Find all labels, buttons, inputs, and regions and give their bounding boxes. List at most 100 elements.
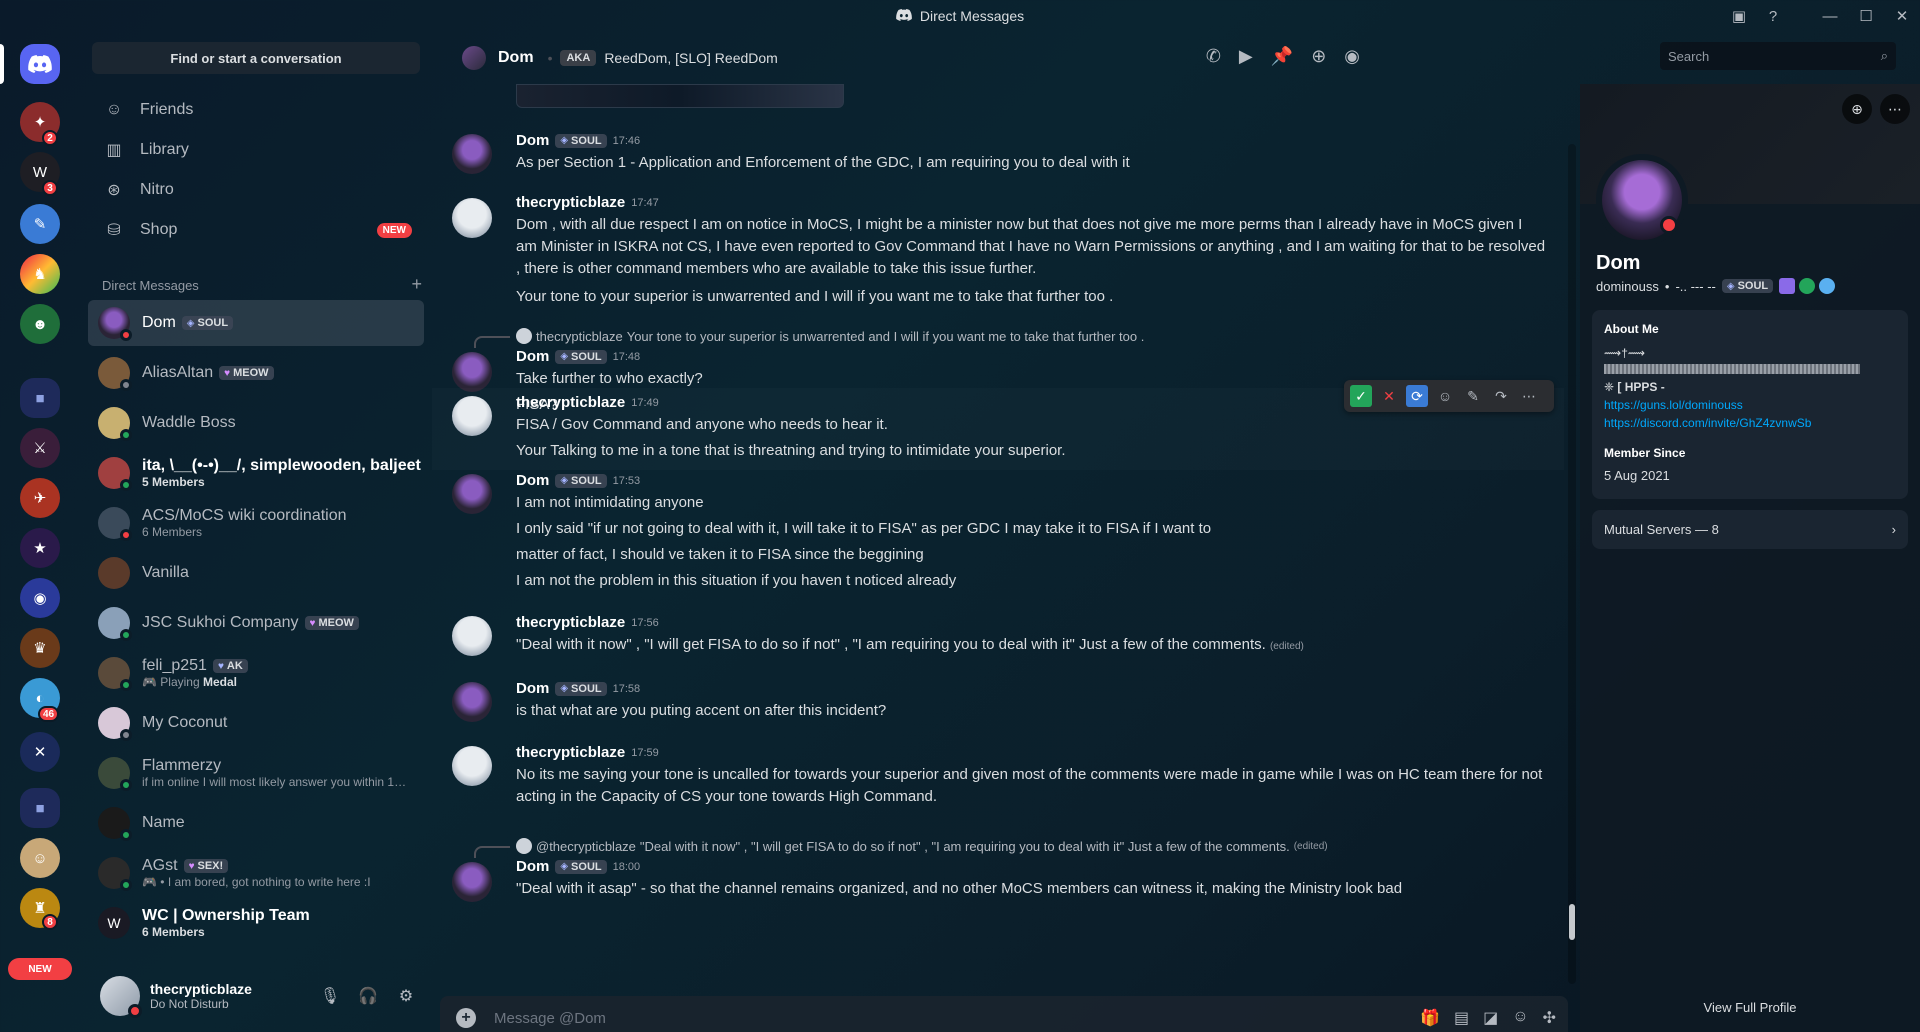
author-name[interactable]: thecrypticblaze: [516, 614, 625, 631]
author-avatar[interactable]: [452, 198, 492, 238]
x-reaction-icon[interactable]: ✕: [1378, 385, 1400, 407]
dm-item[interactable]: W WC | Ownership Team 6 Members: [88, 900, 424, 946]
nav-shop[interactable]: ⛁ Shop NEW: [88, 210, 424, 250]
mutual-servers-row[interactable]: Mutual Servers — 8 ›: [1592, 510, 1908, 549]
hashtag-badge-icon[interactable]: [1799, 278, 1816, 294]
boost-badge-icon[interactable]: [1819, 278, 1836, 294]
maximize-button[interactable]: ☐: [1848, 0, 1884, 32]
message-composer[interactable]: + Message @Dom 🎁 ▤ ◪ ☺ ✣: [440, 996, 1568, 1032]
user-profile-icon[interactable]: ◉: [1344, 46, 1360, 67]
author-avatar[interactable]: [452, 862, 492, 902]
server-icon[interactable]: ◉: [20, 578, 60, 618]
author-name[interactable]: Dom: [516, 348, 549, 365]
server-icon[interactable]: ✈: [20, 478, 60, 518]
close-button[interactable]: ✕: [1884, 0, 1920, 32]
dm-item[interactable]: feli_p251 ♥ AK 🎮 Playing Medal: [88, 650, 424, 696]
help-icon[interactable]: ?: [1756, 0, 1790, 32]
author-avatar[interactable]: [452, 474, 492, 514]
dm-item[interactable]: JSC Sukhoi Company ♥ MEOW: [88, 600, 424, 646]
author-avatar[interactable]: [452, 616, 492, 656]
author-name[interactable]: thecrypticblaze: [516, 394, 625, 411]
reply-preview[interactable]: thecrypticblaze Your tone to your superio…: [516, 328, 1144, 344]
dm-item[interactable]: Dom ◈ SOUL: [88, 300, 424, 346]
dm-item[interactable]: My Coconut: [88, 700, 424, 746]
server-icon[interactable]: ✎: [20, 204, 60, 244]
server-icon[interactable]: ⚔: [20, 428, 60, 468]
author-avatar[interactable]: [452, 682, 492, 722]
nav-library[interactable]: ▥ Library: [88, 130, 424, 170]
author-name[interactable]: thecrypticblaze: [516, 744, 625, 761]
server-icon[interactable]: ♛: [20, 628, 60, 668]
add-friends-icon[interactable]: ⊕: [1311, 46, 1326, 67]
create-dm-plus-icon[interactable]: +: [411, 275, 422, 293]
author-avatar[interactable]: [452, 352, 492, 392]
author-name[interactable]: Dom: [516, 858, 549, 875]
author-name[interactable]: Dom: [516, 472, 549, 489]
author-avatar[interactable]: [452, 746, 492, 786]
repeat-reaction-icon[interactable]: ⟳: [1406, 385, 1428, 407]
check-reaction-icon[interactable]: ✓: [1350, 385, 1372, 407]
server-icon[interactable]: ✕: [20, 732, 60, 772]
dm-name: AGst: [142, 857, 178, 874]
profile-link[interactable]: https://discord.com/invite/GhZ4zvnwSb: [1604, 414, 1896, 432]
nav-nitro[interactable]: ⊛ Nitro: [88, 170, 424, 210]
dm-item[interactable]: ACS/MoCS wiki coordination 6 Members: [88, 500, 424, 546]
add-friend-icon[interactable]: ⊕: [1842, 94, 1872, 124]
header-name[interactable]: Dom: [498, 49, 534, 67]
forward-icon[interactable]: ↷: [1490, 385, 1512, 407]
author-avatar[interactable]: [452, 396, 492, 436]
author-avatar[interactable]: [452, 134, 492, 174]
author-name[interactable]: thecrypticblaze: [516, 194, 625, 211]
server-icon[interactable]: ♞: [20, 254, 60, 294]
gif-icon[interactable]: ▤: [1454, 1008, 1469, 1028]
dm-item[interactable]: Waddle Boss: [88, 400, 424, 446]
profile-pronouns: -.. --- --: [1675, 278, 1716, 294]
timestamp: 17:59: [631, 746, 659, 759]
nav-friends[interactable]: ☺ Friends: [88, 90, 424, 130]
server-icon[interactable]: ☺: [20, 838, 60, 878]
voice-call-icon[interactable]: ✆: [1206, 46, 1221, 67]
author-name[interactable]: Dom: [516, 132, 549, 149]
profile-link[interactable]: https://guns.lol/dominouss: [1604, 396, 1896, 414]
add-reaction-icon[interactable]: ☺: [1434, 385, 1456, 407]
server-icon[interactable]: ★: [20, 528, 60, 568]
sticker-icon[interactable]: ◪: [1483, 1008, 1498, 1028]
emoji-icon[interactable]: ☺: [1512, 1008, 1528, 1028]
home-button[interactable]: [20, 44, 60, 84]
more-options-icon[interactable]: ⋯: [1518, 385, 1540, 407]
minimize-button[interactable]: —: [1812, 0, 1848, 32]
pin-icon[interactable]: 📌: [1271, 46, 1293, 67]
folder-icon[interactable]: ■: [20, 378, 60, 418]
apps-icon[interactable]: ✣: [1543, 1008, 1556, 1028]
add-attachment-icon[interactable]: +: [456, 1008, 476, 1028]
settings-gear-icon[interactable]: ⚙: [388, 980, 424, 1012]
microphone-icon[interactable]: 🎙: [312, 980, 348, 1012]
user-avatar[interactable]: [100, 976, 142, 1018]
edit-icon[interactable]: ✎: [1462, 385, 1484, 407]
video-call-icon[interactable]: ▶: [1239, 46, 1253, 67]
profile-panel: ⊕ ⋯ Dom dominouss • -.. --- -- ◈ SOUL Abo…: [1580, 84, 1920, 1032]
image-attachment[interactable]: [516, 84, 844, 108]
scrollbar-track[interactable]: [1568, 144, 1576, 984]
nitro-badge-icon[interactable]: [1779, 278, 1796, 294]
dm-item[interactable]: AliasAltan ♥ MEOW: [88, 350, 424, 396]
dm-item[interactable]: ita, \__(•-•)__/, simplewooden, baljeet 5…: [88, 450, 424, 496]
gift-icon[interactable]: 🎁: [1420, 1008, 1440, 1028]
headphones-icon[interactable]: 🎧: [350, 980, 386, 1012]
author-name[interactable]: Dom: [516, 680, 549, 697]
scrollbar-thumb[interactable]: [1569, 904, 1575, 940]
dm-item[interactable]: Flammerzy if im online I will most likely…: [88, 750, 424, 796]
server-icon[interactable]: ☻: [20, 304, 60, 344]
dm-item[interactable]: Name: [88, 800, 424, 846]
inbox-icon[interactable]: ▣: [1722, 0, 1756, 32]
dm-item[interactable]: Vanilla: [88, 550, 424, 596]
profile-avatar[interactable]: [1596, 154, 1688, 246]
more-options-icon[interactable]: ⋯: [1880, 94, 1910, 124]
reply-preview[interactable]: @thecrypticblaze "Deal with it now" , "I …: [516, 838, 1328, 854]
folder-icon[interactable]: ■: [20, 788, 60, 828]
search-input[interactable]: Search ⌕: [1660, 42, 1896, 70]
dm-item[interactable]: AGst ♥ SEX! 🎮 • I am bored, got nothing to …: [88, 850, 424, 896]
view-full-profile-link[interactable]: View Full Profile: [1580, 1000, 1920, 1015]
nav-label: Nitro: [140, 181, 174, 198]
find-conversation-button[interactable]: Find or start a conversation: [92, 42, 420, 74]
